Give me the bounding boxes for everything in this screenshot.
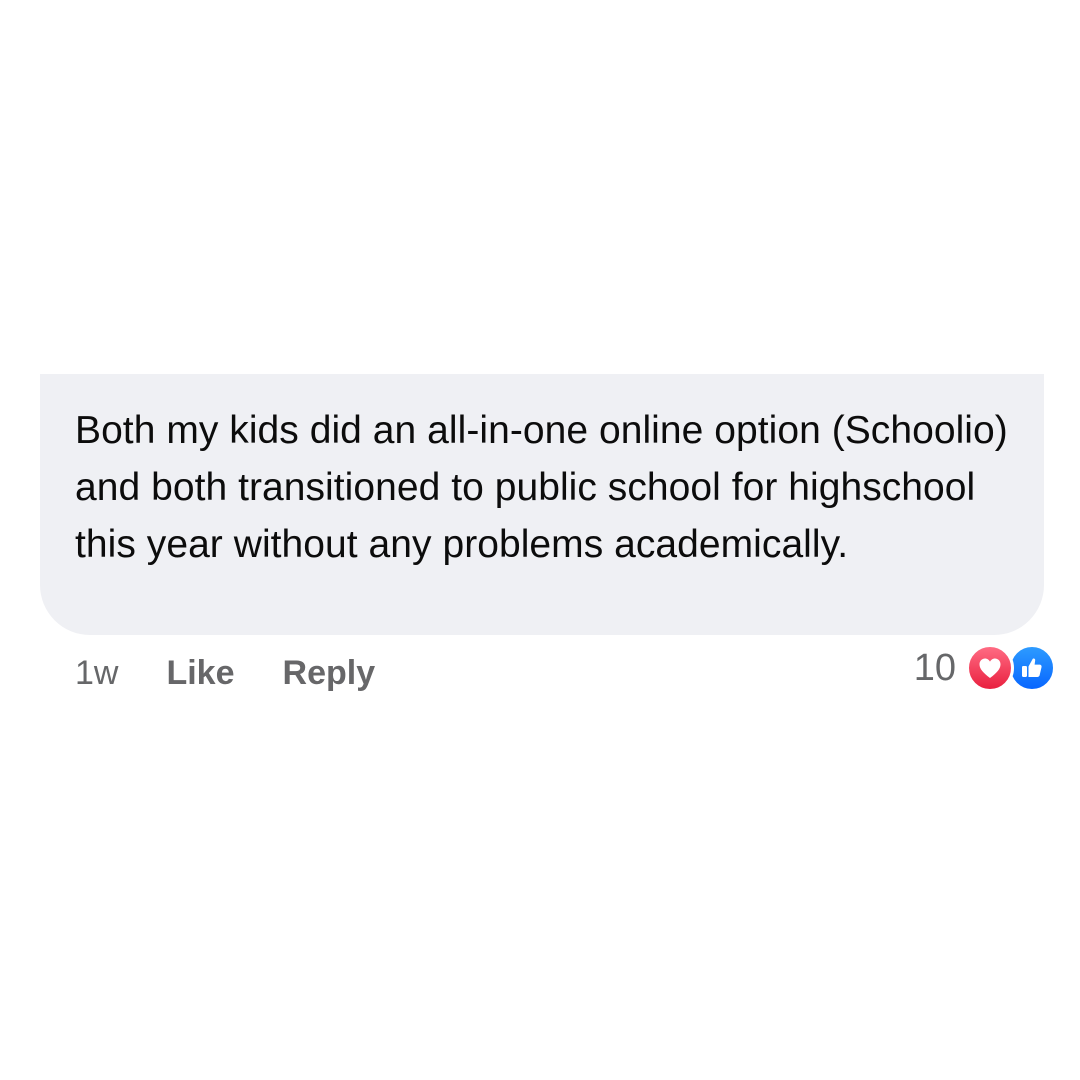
comment-bubble: Both my kids did an all-in-one online op… xyxy=(40,374,1044,635)
reply-button[interactable]: Reply xyxy=(283,654,376,693)
love-reaction-icon xyxy=(966,644,1014,692)
timestamp[interactable]: 1w xyxy=(75,654,118,693)
reactions-summary[interactable]: 10 xyxy=(913,644,1058,692)
comment-actions: 1w Like Reply xyxy=(75,648,375,698)
reaction-icons xyxy=(966,644,1058,692)
reaction-count: 10 xyxy=(913,647,956,689)
comment-text: Both my kids did an all-in-one online op… xyxy=(75,409,1008,566)
like-reaction-icon xyxy=(1008,644,1056,692)
like-button[interactable]: Like xyxy=(166,654,234,693)
page: Both my kids did an all-in-one online op… xyxy=(0,0,1080,1080)
